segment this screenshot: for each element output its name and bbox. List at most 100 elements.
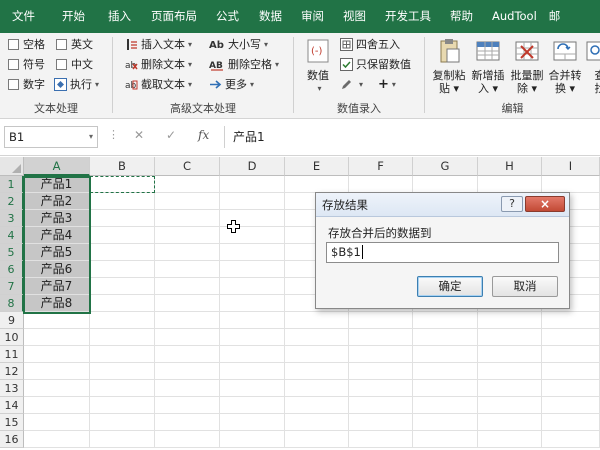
column-header-f[interactable]: F <box>349 157 413 176</box>
keep-value-button[interactable]: 只保留数值 <box>340 55 411 73</box>
grid-cell[interactable] <box>24 346 90 363</box>
menu-developer[interactable]: 开发工具 <box>385 0 431 33</box>
grid-cell[interactable] <box>220 397 285 414</box>
row-header[interactable]: 1 <box>0 176 24 193</box>
value-button[interactable]: (-) 数值 ▾ <box>302 37 334 95</box>
grid-cell[interactable] <box>155 414 220 431</box>
grid-cell[interactable] <box>478 414 542 431</box>
grid-cell[interactable]: 产品8 <box>24 295 90 312</box>
row-header[interactable]: 8 <box>0 295 24 312</box>
checkbox-box[interactable] <box>56 58 67 70</box>
grid-cell[interactable] <box>90 397 155 414</box>
grid-cell[interactable] <box>24 329 90 346</box>
case-button[interactable]: Ab 大小写 ▾ <box>209 35 268 53</box>
column-header-i[interactable]: I <box>542 157 600 176</box>
checkbox-box[interactable] <box>8 58 19 70</box>
grid-cell[interactable] <box>90 363 155 380</box>
grid-cell[interactable] <box>413 363 478 380</box>
grid-cell[interactable] <box>285 346 349 363</box>
grid-cell[interactable]: 产品6 <box>24 261 90 278</box>
grid-cell[interactable] <box>285 414 349 431</box>
grid-cell[interactable] <box>155 244 220 261</box>
menu-view[interactable]: 视图 <box>343 0 366 33</box>
grid-cell[interactable] <box>155 329 220 346</box>
grid-cell[interactable] <box>542 380 600 397</box>
execute-button[interactable]: 执行 ▾ <box>54 75 99 93</box>
grid-cell[interactable] <box>24 414 90 431</box>
grid-cell[interactable]: 产品7 <box>24 278 90 295</box>
formula-bar-grip-icon[interactable]: ⋮ <box>108 128 119 141</box>
grid-cell[interactable] <box>24 397 90 414</box>
help-icon[interactable]: ? <box>501 196 523 212</box>
column-header-c[interactable]: C <box>155 157 220 176</box>
grid-cell[interactable] <box>349 176 413 193</box>
grid-cell[interactable] <box>90 312 155 329</box>
insert-function-icon[interactable]: fx <box>198 128 209 142</box>
grid-cell[interactable] <box>542 176 600 193</box>
column-header-a[interactable]: A <box>24 157 90 176</box>
grid-cell[interactable] <box>285 380 349 397</box>
grid-cell[interactable] <box>413 346 478 363</box>
grid-cell[interactable] <box>24 380 90 397</box>
checkbox-number[interactable]: 数字 <box>8 75 45 93</box>
grid-cell[interactable] <box>285 329 349 346</box>
grid-cell[interactable]: 产品5 <box>24 244 90 261</box>
target-range-input[interactable]: $B$1 <box>326 242 559 263</box>
menu-audtool[interactable]: AudTool <box>492 0 537 33</box>
grid-cell[interactable] <box>220 244 285 261</box>
checkbox-chinese[interactable]: 中文 <box>56 55 93 73</box>
menu-page-layout[interactable]: 页面布局 <box>151 0 197 33</box>
grid-cell[interactable] <box>220 329 285 346</box>
grid-cell[interactable] <box>220 431 285 448</box>
grid-cell[interactable] <box>24 312 90 329</box>
copy-paste-button[interactable]: 复制粘贴 ▾ <box>431 37 467 95</box>
row-header[interactable]: 9 <box>0 312 24 329</box>
grid-cell[interactable] <box>220 261 285 278</box>
row-header[interactable]: 16 <box>0 431 24 448</box>
row-header[interactable]: 11 <box>0 346 24 363</box>
row-header[interactable]: 13 <box>0 380 24 397</box>
grid-cell[interactable] <box>90 329 155 346</box>
grid-cell[interactable] <box>220 295 285 312</box>
column-header-b[interactable]: B <box>90 157 155 176</box>
grid-cell[interactable]: 产品3 <box>24 210 90 227</box>
grid-cell[interactable] <box>413 380 478 397</box>
grid-cell[interactable] <box>155 397 220 414</box>
grid-cell[interactable]: 产品4 <box>24 227 90 244</box>
grid-cell[interactable] <box>285 176 349 193</box>
grid-cell[interactable] <box>155 363 220 380</box>
column-header-g[interactable]: G <box>413 157 478 176</box>
menu-data[interactable]: 数据 <box>259 0 282 33</box>
grid-cell[interactable] <box>90 210 155 227</box>
grid-cell[interactable]: 产品1 <box>24 176 90 193</box>
grid-cell[interactable] <box>478 312 542 329</box>
grid-cell[interactable] <box>349 414 413 431</box>
grid-cell[interactable] <box>24 363 90 380</box>
grid-cell[interactable] <box>285 363 349 380</box>
formula-input[interactable]: 产品1 <box>224 126 596 148</box>
grid-cell[interactable] <box>349 431 413 448</box>
delete-space-button[interactable]: AB 删除空格 ▾ <box>209 55 279 73</box>
checkbox-symbol[interactable]: 符号 <box>8 55 45 73</box>
menu-home[interactable]: 开始 <box>62 0 85 33</box>
grid-cell[interactable] <box>220 193 285 210</box>
select-all-button[interactable] <box>0 157 24 176</box>
grid-cell[interactable] <box>349 397 413 414</box>
checkbox-box[interactable] <box>8 38 19 50</box>
grid-cell[interactable] <box>220 278 285 295</box>
cancel-button[interactable]: 取消 <box>492 276 558 297</box>
grid-cell[interactable] <box>90 278 155 295</box>
close-icon[interactable]: × <box>525 196 565 212</box>
grid-cell[interactable] <box>478 431 542 448</box>
grid-cell[interactable] <box>542 329 600 346</box>
grid-cell[interactable] <box>155 193 220 210</box>
more-button[interactable]: 更多 ▾ <box>209 75 254 93</box>
grid-cell[interactable] <box>542 346 600 363</box>
insert-text-button[interactable]: 插入文本 ▾ <box>125 35 192 53</box>
grid-cell[interactable] <box>220 363 285 380</box>
row-header[interactable]: 3 <box>0 210 24 227</box>
menu-help[interactable]: 帮助 <box>450 0 473 33</box>
grid-cell[interactable] <box>478 329 542 346</box>
grid-cell[interactable] <box>542 414 600 431</box>
grid-cell[interactable] <box>90 227 155 244</box>
